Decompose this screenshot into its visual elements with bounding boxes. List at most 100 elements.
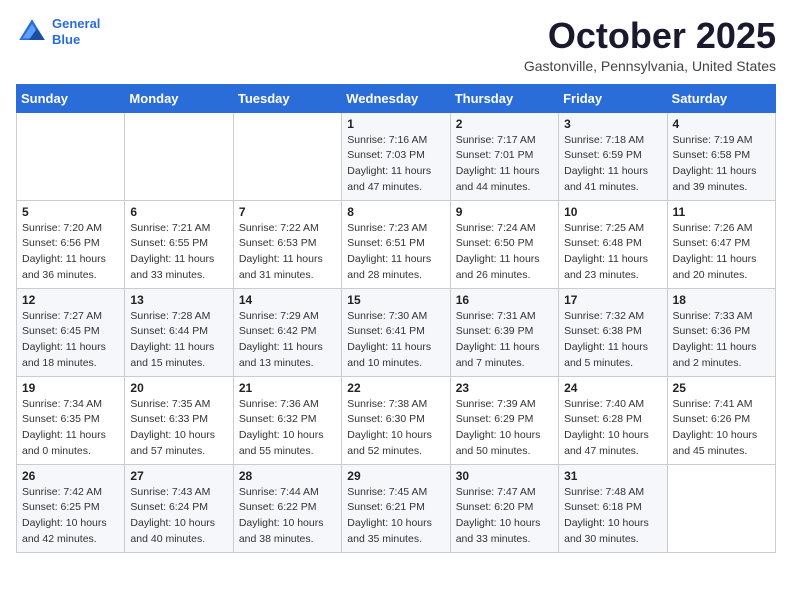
calendar-week-5: 26Sunrise: 7:42 AMSunset: 6:25 PMDayligh… bbox=[17, 464, 776, 552]
header-monday: Monday bbox=[125, 84, 233, 112]
calendar-cell-w4-d0: 19 Sunrise: 7:34 AMSunset: 6:35 PMDayligh… bbox=[17, 376, 125, 464]
calendar-cell-w4-d4: 23 Sunrise: 7:39 AMSunset: 6:29 PMDayligh… bbox=[450, 376, 558, 464]
calendar-cell-w1-d5: 3 Sunrise: 7:18 AMSunset: 6:59 PMDaylight… bbox=[559, 112, 667, 200]
day-info: Sunrise: 7:45 AMSunset: 6:21 PMDaylight:… bbox=[347, 485, 444, 548]
day-info: Sunrise: 7:19 AMSunset: 6:58 PMDaylight:… bbox=[673, 133, 770, 196]
day-info: Sunrise: 7:42 AMSunset: 6:25 PMDaylight:… bbox=[22, 485, 119, 548]
day-info: Sunrise: 7:32 AMSunset: 6:38 PMDaylight:… bbox=[564, 309, 661, 372]
day-info: Sunrise: 7:39 AMSunset: 6:29 PMDaylight:… bbox=[456, 397, 553, 460]
day-info: Sunrise: 7:38 AMSunset: 6:30 PMDaylight:… bbox=[347, 397, 444, 460]
day-number: 18 bbox=[673, 293, 770, 307]
day-info: Sunrise: 7:43 AMSunset: 6:24 PMDaylight:… bbox=[130, 485, 227, 548]
day-info: Sunrise: 7:27 AMSunset: 6:45 PMDaylight:… bbox=[22, 309, 119, 372]
calendar-cell-w2-d2: 7 Sunrise: 7:22 AMSunset: 6:53 PMDaylight… bbox=[233, 200, 341, 288]
calendar-header: Sunday Monday Tuesday Wednesday Thursday… bbox=[17, 84, 776, 112]
header-thursday: Thursday bbox=[450, 84, 558, 112]
day-number: 23 bbox=[456, 381, 553, 395]
calendar-week-3: 12Sunrise: 7:27 AMSunset: 6:45 PMDayligh… bbox=[17, 288, 776, 376]
day-number: 28 bbox=[239, 469, 336, 483]
calendar-cell-w2-d3: 8Sunrise: 7:23 AMSunset: 6:51 PMDaylight… bbox=[342, 200, 450, 288]
header-sunday: Sunday bbox=[17, 84, 125, 112]
location: Gastonville, Pennsylvania, United States bbox=[524, 58, 776, 74]
calendar-cell-w2-d6: 11Sunrise: 7:26 AMSunset: 6:47 PMDayligh… bbox=[667, 200, 775, 288]
day-info: Sunrise: 7:34 AMSunset: 6:35 PMDaylight:… bbox=[22, 397, 119, 460]
day-number: 9 bbox=[456, 205, 553, 219]
calendar-cell-w2-d0: 5Sunrise: 7:20 AMSunset: 6:56 PMDaylight… bbox=[17, 200, 125, 288]
day-number: 22 bbox=[347, 381, 444, 395]
day-number: 19 bbox=[22, 381, 119, 395]
day-number: 6 bbox=[130, 205, 227, 219]
day-number: 16 bbox=[456, 293, 553, 307]
day-info: Sunrise: 7:29 AMSunset: 6:42 PMDaylight:… bbox=[239, 309, 336, 372]
day-number: 29 bbox=[347, 469, 444, 483]
day-info: Sunrise: 7:31 AMSunset: 6:39 PMDaylight:… bbox=[456, 309, 553, 372]
calendar-body: 1Sunrise: 7:16 AMSunset: 7:03 PMDaylight… bbox=[17, 112, 776, 552]
header-row: Sunday Monday Tuesday Wednesday Thursday… bbox=[17, 84, 776, 112]
day-info: Sunrise: 7:40 AMSunset: 6:28 PMDaylight:… bbox=[564, 397, 661, 460]
calendar-cell-w4-d3: 22 Sunrise: 7:38 AMSunset: 6:30 PMDayligh… bbox=[342, 376, 450, 464]
calendar-week-4: 19 Sunrise: 7:34 AMSunset: 6:35 PMDayligh… bbox=[17, 376, 776, 464]
day-number: 17 bbox=[564, 293, 661, 307]
day-number: 8 bbox=[347, 205, 444, 219]
calendar-cell-w2-d4: 9Sunrise: 7:24 AMSunset: 6:50 PMDaylight… bbox=[450, 200, 558, 288]
day-info: Sunrise: 7:18 AMSunset: 6:59 PMDaylight:… bbox=[564, 133, 661, 196]
day-info: Sunrise: 7:30 AMSunset: 6:41 PMDaylight:… bbox=[347, 309, 444, 372]
title-block: October 2025 Gastonville, Pennsylvania, … bbox=[524, 16, 776, 74]
calendar-cell-w4-d1: 20 Sunrise: 7:35 AMSunset: 6:33 PMDayligh… bbox=[125, 376, 233, 464]
day-info: Sunrise: 7:25 AMSunset: 6:48 PMDaylight:… bbox=[564, 221, 661, 284]
day-number: 3 bbox=[564, 117, 661, 131]
calendar-cell-w3-d0: 12Sunrise: 7:27 AMSunset: 6:45 PMDayligh… bbox=[17, 288, 125, 376]
calendar-cell-w1-d4: 2 Sunrise: 7:17 AMSunset: 7:01 PMDaylight… bbox=[450, 112, 558, 200]
day-number: 20 bbox=[130, 381, 227, 395]
calendar-cell-w3-d6: 18 Sunrise: 7:33 AMSunset: 6:36 PMDayligh… bbox=[667, 288, 775, 376]
logo: General Blue bbox=[16, 16, 100, 48]
day-info: Sunrise: 7:35 AMSunset: 6:33 PMDaylight:… bbox=[130, 397, 227, 460]
calendar-cell-w3-d2: 14 Sunrise: 7:29 AMSunset: 6:42 PMDayligh… bbox=[233, 288, 341, 376]
header-wednesday: Wednesday bbox=[342, 84, 450, 112]
logo-text: General Blue bbox=[52, 16, 100, 47]
day-info: Sunrise: 7:28 AMSunset: 6:44 PMDaylight:… bbox=[130, 309, 227, 372]
day-number: 13 bbox=[130, 293, 227, 307]
header-friday: Friday bbox=[559, 84, 667, 112]
day-number: 2 bbox=[456, 117, 553, 131]
day-number: 30 bbox=[456, 469, 553, 483]
day-number: 27 bbox=[130, 469, 227, 483]
day-info: Sunrise: 7:26 AMSunset: 6:47 PMDaylight:… bbox=[673, 221, 770, 284]
header-tuesday: Tuesday bbox=[233, 84, 341, 112]
calendar-cell-w5-d2: 28 Sunrise: 7:44 AMSunset: 6:22 PMDayligh… bbox=[233, 464, 341, 552]
day-info: Sunrise: 7:20 AMSunset: 6:56 PMDaylight:… bbox=[22, 221, 119, 284]
day-info: Sunrise: 7:33 AMSunset: 6:36 PMDaylight:… bbox=[673, 309, 770, 372]
calendar-cell-w4-d5: 24 Sunrise: 7:40 AMSunset: 6:28 PMDayligh… bbox=[559, 376, 667, 464]
day-number: 10 bbox=[564, 205, 661, 219]
day-number: 7 bbox=[239, 205, 336, 219]
calendar-cell-w1-d0 bbox=[17, 112, 125, 200]
day-number: 25 bbox=[673, 381, 770, 395]
calendar-cell-w5-d0: 26Sunrise: 7:42 AMSunset: 6:25 PMDayligh… bbox=[17, 464, 125, 552]
day-number: 15 bbox=[347, 293, 444, 307]
day-info: Sunrise: 7:47 AMSunset: 6:20 PMDaylight:… bbox=[456, 485, 553, 548]
calendar-cell-w3-d1: 13 Sunrise: 7:28 AMSunset: 6:44 PMDayligh… bbox=[125, 288, 233, 376]
day-number: 1 bbox=[347, 117, 444, 131]
day-info: Sunrise: 7:41 AMSunset: 6:26 PMDaylight:… bbox=[673, 397, 770, 460]
day-info: Sunrise: 7:44 AMSunset: 6:22 PMDaylight:… bbox=[239, 485, 336, 548]
day-info: Sunrise: 7:22 AMSunset: 6:53 PMDaylight:… bbox=[239, 221, 336, 284]
calendar-cell-w4-d6: 25 Sunrise: 7:41 AMSunset: 6:26 PMDayligh… bbox=[667, 376, 775, 464]
calendar-cell-w1-d3: 1Sunrise: 7:16 AMSunset: 7:03 PMDaylight… bbox=[342, 112, 450, 200]
day-info: Sunrise: 7:17 AMSunset: 7:01 PMDaylight:… bbox=[456, 133, 553, 196]
logo-line1: General bbox=[52, 16, 100, 31]
calendar-cell-w2-d1: 6 Sunrise: 7:21 AMSunset: 6:55 PMDaylight… bbox=[125, 200, 233, 288]
calendar-cell-w5-d5: 31Sunrise: 7:48 AMSunset: 6:18 PMDayligh… bbox=[559, 464, 667, 552]
calendar-cell-w3-d5: 17 Sunrise: 7:32 AMSunset: 6:38 PMDayligh… bbox=[559, 288, 667, 376]
day-number: 24 bbox=[564, 381, 661, 395]
calendar-cell-w5-d1: 27 Sunrise: 7:43 AMSunset: 6:24 PMDayligh… bbox=[125, 464, 233, 552]
day-number: 21 bbox=[239, 381, 336, 395]
day-info: Sunrise: 7:21 AMSunset: 6:55 PMDaylight:… bbox=[130, 221, 227, 284]
calendar-week-2: 5Sunrise: 7:20 AMSunset: 6:56 PMDaylight… bbox=[17, 200, 776, 288]
calendar-cell-w5-d4: 30 Sunrise: 7:47 AMSunset: 6:20 PMDayligh… bbox=[450, 464, 558, 552]
page-header: General Blue October 2025 Gastonville, P… bbox=[16, 16, 776, 74]
month-title: October 2025 bbox=[524, 16, 776, 56]
calendar-cell-w3-d4: 16 Sunrise: 7:31 AMSunset: 6:39 PMDayligh… bbox=[450, 288, 558, 376]
calendar-cell-w3-d3: 15 Sunrise: 7:30 AMSunset: 6:41 PMDayligh… bbox=[342, 288, 450, 376]
calendar-table: Sunday Monday Tuesday Wednesday Thursday… bbox=[16, 84, 776, 553]
day-number: 14 bbox=[239, 293, 336, 307]
